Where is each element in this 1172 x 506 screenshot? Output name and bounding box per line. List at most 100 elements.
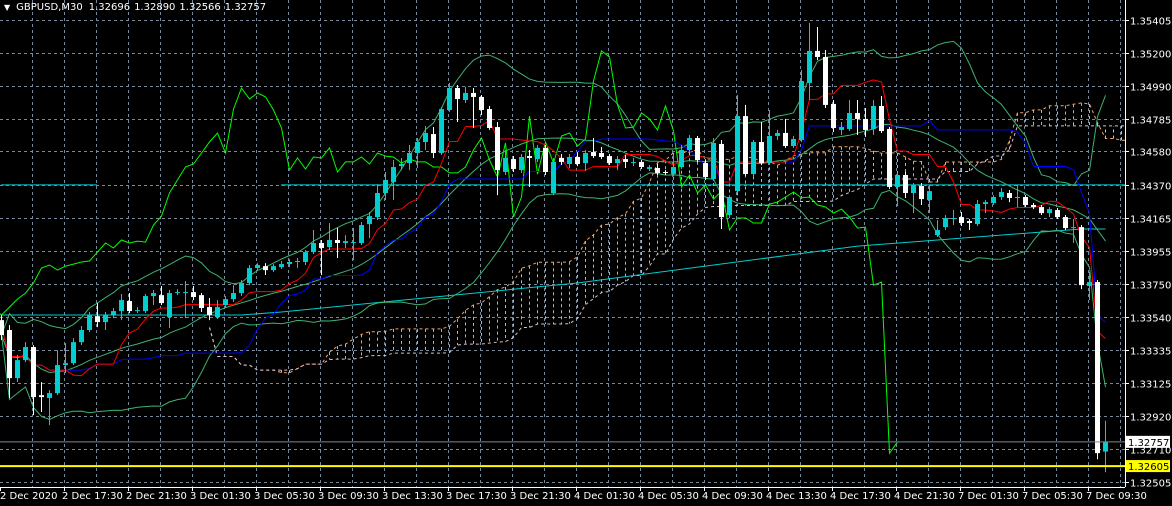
time-tick-label: 4 Dec 21:30 bbox=[894, 491, 955, 502]
candle-body bbox=[1095, 282, 1100, 454]
candle-body bbox=[1039, 207, 1044, 214]
candle-body bbox=[551, 161, 556, 194]
candle-body bbox=[511, 159, 516, 169]
candle-body bbox=[631, 161, 636, 163]
time-tick-label: 2 Dec 17:30 bbox=[62, 491, 123, 502]
price-tick-label: 1.33540 bbox=[1130, 314, 1171, 325]
candle-body bbox=[7, 330, 12, 379]
candle-body bbox=[639, 161, 644, 168]
price-tick-label: 1.32505 bbox=[1130, 479, 1171, 490]
candle-body bbox=[543, 147, 548, 172]
candle-body bbox=[319, 243, 324, 248]
candle-body bbox=[1055, 210, 1060, 218]
candle-body bbox=[495, 127, 500, 171]
candle-body bbox=[231, 293, 236, 300]
time-tick-label: 2 Dec 21:30 bbox=[126, 491, 187, 502]
candle[interactable] bbox=[551, 157, 556, 196]
candle-body bbox=[71, 342, 76, 364]
triangle-down-icon[interactable]: ▼ bbox=[4, 3, 10, 12]
candle-body bbox=[31, 347, 36, 398]
candle-body bbox=[1103, 441, 1108, 452]
candle-body bbox=[463, 92, 468, 100]
candle[interactable] bbox=[1095, 279, 1100, 460]
candle-body bbox=[871, 106, 876, 129]
candle-body bbox=[39, 395, 44, 398]
candle[interactable] bbox=[1079, 225, 1084, 290]
candle-body bbox=[471, 92, 476, 97]
candle-body bbox=[95, 316, 100, 323]
time-tick-label: 4 Dec 01:30 bbox=[574, 491, 635, 502]
candle-body bbox=[111, 311, 116, 316]
chart-header: ▼ GBPUSD,M30 1.32696 1.32890 1.32566 1.3… bbox=[4, 2, 266, 13]
candle[interactable] bbox=[359, 222, 364, 246]
candle-body bbox=[487, 109, 492, 129]
candle-body bbox=[583, 153, 588, 164]
candle[interactable] bbox=[751, 139, 756, 176]
candle-body bbox=[799, 81, 804, 140]
candle-body bbox=[911, 185, 916, 194]
candle-body bbox=[287, 261, 292, 265]
candle-body bbox=[743, 116, 748, 175]
candle-body bbox=[423, 132, 428, 143]
price-chart[interactable]: 1.35405 1.35200 1.34990 1.34785 1.34580 1.343… bbox=[0, 0, 1172, 506]
price-tick-label: 1.34165 bbox=[1130, 215, 1171, 226]
candle[interactable] bbox=[831, 99, 836, 132]
candle-body bbox=[439, 109, 444, 154]
candle-body bbox=[1079, 227, 1084, 286]
candle-body bbox=[79, 330, 84, 343]
candle-body bbox=[935, 229, 940, 236]
candle-body bbox=[367, 216, 372, 225]
candle[interactable] bbox=[695, 135, 700, 162]
candle-body bbox=[119, 300, 124, 312]
candle-body bbox=[919, 186, 924, 200]
candle-body bbox=[0, 320, 4, 336]
candle-body bbox=[727, 196, 732, 215]
candle-body bbox=[375, 193, 380, 218]
chart-window[interactable]: 1.35405 1.35200 1.34990 1.34785 1.34580 1.343… bbox=[0, 0, 1172, 506]
candle-body bbox=[151, 293, 156, 297]
price-tick-label: 1.32920 bbox=[1130, 413, 1171, 424]
candle-body bbox=[447, 88, 452, 111]
time-tick-label: 3 Dec 01:30 bbox=[190, 491, 251, 502]
candle-body bbox=[247, 268, 252, 284]
candle-body bbox=[703, 163, 708, 178]
candle[interactable] bbox=[143, 294, 148, 314]
candle-body bbox=[191, 292, 196, 298]
candle-body bbox=[407, 153, 412, 164]
candle[interactable] bbox=[439, 106, 444, 155]
time-tick-label: 3 Dec 09:30 bbox=[318, 491, 379, 502]
candle-body bbox=[23, 347, 28, 361]
candle-body bbox=[599, 153, 604, 158]
candle-body bbox=[175, 292, 180, 294]
candle-body bbox=[271, 266, 276, 271]
candle-body bbox=[1031, 204, 1036, 208]
candle[interactable] bbox=[543, 145, 548, 176]
candle-body bbox=[991, 196, 996, 204]
candle[interactable] bbox=[727, 195, 732, 219]
candle-body bbox=[183, 292, 188, 294]
candle-body bbox=[263, 266, 268, 271]
candle-body bbox=[775, 132, 780, 136]
candle[interactable] bbox=[1063, 214, 1068, 230]
candle-body bbox=[503, 157, 508, 172]
candle-body bbox=[815, 50, 820, 57]
candle-body bbox=[839, 127, 844, 130]
price-tick-label: 1.34785 bbox=[1130, 116, 1171, 127]
candle-body bbox=[167, 293, 172, 318]
candle[interactable] bbox=[487, 106, 492, 130]
candle[interactable] bbox=[719, 139, 724, 230]
candle-body bbox=[303, 252, 308, 262]
candle-body bbox=[103, 315, 108, 323]
candle[interactable] bbox=[823, 49, 828, 108]
candle[interactable] bbox=[711, 138, 716, 182]
time-tick-label: 4 Dec 17:30 bbox=[830, 491, 891, 502]
candle-body bbox=[791, 139, 796, 147]
candle[interactable] bbox=[71, 338, 76, 366]
candle-body bbox=[959, 217, 964, 223]
candle-body bbox=[311, 243, 316, 253]
candle[interactable] bbox=[887, 127, 892, 190]
candle-body bbox=[999, 192, 1004, 197]
price-tick-label: 1.33125 bbox=[1130, 380, 1171, 391]
candle-body bbox=[455, 88, 460, 100]
candle-body bbox=[199, 295, 204, 309]
